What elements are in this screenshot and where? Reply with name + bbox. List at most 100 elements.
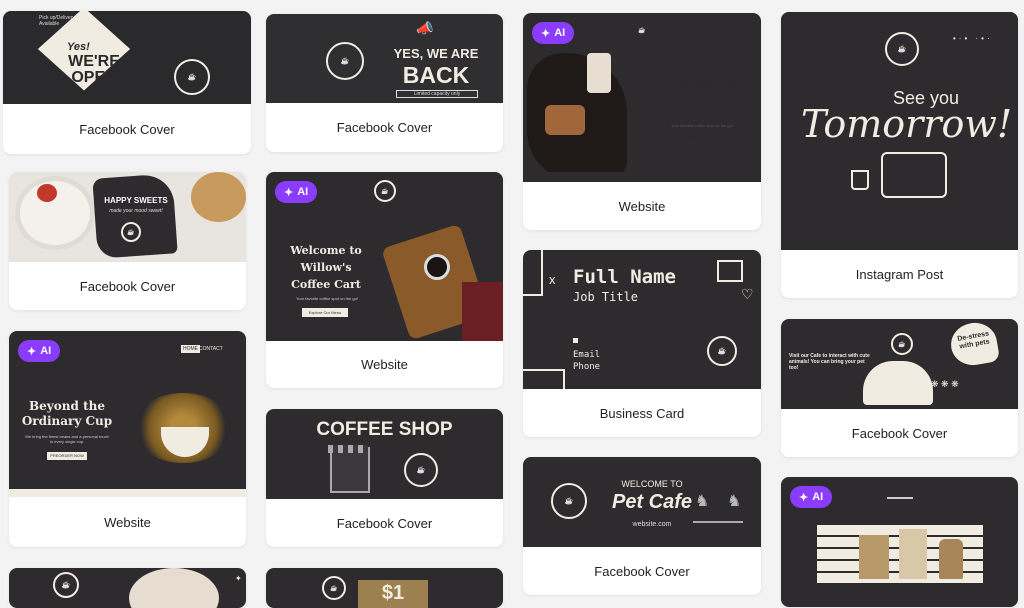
- body-text: Visit our Cafe to interact with cute ani…: [789, 353, 870, 371]
- coffee-equipment-illustration: [859, 535, 889, 579]
- template-card-business-card[interactable]: x Full Name Job Title ♡ Email Phone ☕ Bu…: [523, 250, 761, 437]
- brand-logo: ☕: [322, 576, 346, 600]
- template-card-partial-2[interactable]: ☕ $1: [266, 568, 503, 608]
- headline-line1: YES, WE ARE: [393, 46, 479, 61]
- brand-logo: ☕: [121, 222, 141, 242]
- brand-logo: ☕: [885, 32, 919, 66]
- ai-badge-label: AI: [554, 27, 566, 39]
- template-card-website-welcome[interactable]: ✦ AI ☕ Welcome to Willow's Coffee Cart Yo…: [266, 172, 503, 388]
- frame-line-right: [563, 369, 565, 389]
- happy-sweets-title: HAPPY SWEETS: [104, 196, 168, 205]
- dog-icon: ♞: [695, 493, 710, 510]
- ai-badge-label: AI: [812, 491, 824, 503]
- coffee-cup-icon: [851, 170, 869, 190]
- strawberry-icon: [37, 184, 57, 202]
- cat-icon: ♞: [727, 493, 742, 510]
- headline: Pet Cafe: [611, 491, 693, 513]
- template-card-website-welcome-light[interactable]: ✦ AI ☕ Welcome to Willow's Coffee Cart Yo…: [523, 13, 761, 230]
- template-card-instagram-post[interactable]: ☕ •·• ·•· See you Tomorrow! Instagram Po…: [781, 12, 1018, 298]
- template-thumbnail: COFFEE SHOP ☕: [266, 409, 503, 499]
- x-mark: x: [549, 272, 556, 287]
- brand-logo: ☕: [631, 19, 653, 41]
- nav-home: HOME: [181, 345, 200, 353]
- template-label: Website: [361, 357, 408, 372]
- megaphone-icon: 📣: [416, 20, 434, 36]
- headline: WE'RE OPEN: [68, 53, 120, 86]
- phone-label: Phone: [573, 362, 601, 372]
- sparkle-icon: ✦: [541, 27, 551, 40]
- sparkle-icon: ✦: [799, 491, 809, 504]
- ai-badge-label: AI: [297, 186, 309, 198]
- site-text: website.com: [632, 521, 672, 528]
- brand-logo: ☕: [374, 180, 396, 202]
- brand-logo: ☕: [707, 336, 737, 366]
- headline: COFFEE SHOP: [316, 419, 453, 440]
- template-thumbnail: HAPPY SWEETS made your mood sweet! ☕: [9, 172, 246, 262]
- body-text: Your favorite coffee spot on the go!: [296, 296, 358, 301]
- template-thumbnail: ✦ AI HOME CONTACT Beyond the Ordinary Cup…: [9, 331, 246, 497]
- nav-contact: CONTACT: [199, 346, 223, 352]
- template-label: Facebook Cover: [79, 121, 175, 137]
- template-card-fb-pet-cafe[interactable]: ☕ WELCOME TO Pet Cafe website.com ♞ ♞ Fa…: [523, 457, 761, 595]
- body-text: Your favorite coffee spot on the go!: [671, 123, 733, 128]
- template-label: Website: [618, 198, 666, 214]
- ai-badge: ✦ AI: [790, 486, 833, 508]
- headline: Beyond the Ordinary Cup: [21, 399, 113, 428]
- pastry-image: [545, 105, 585, 135]
- template-label: Facebook Cover: [336, 120, 433, 135]
- template-thumbnail: ☕ $1: [266, 568, 503, 608]
- template-thumbnail: ☕ ✦: [9, 568, 246, 608]
- brand-logo: ☕: [551, 483, 587, 519]
- brand-logo: ☕: [891, 333, 913, 355]
- preorder-button: PREORDER NOW: [47, 452, 87, 460]
- brand-logo: ☕: [326, 42, 364, 80]
- bullet-square: [573, 338, 578, 343]
- price-text: $1: [381, 582, 405, 604]
- shop-illustration: [330, 447, 370, 493]
- email-label: Email: [573, 350, 601, 360]
- template-label: Instagram Post: [855, 266, 944, 282]
- headline: Welcome to Willow's Coffee Cart: [655, 76, 749, 116]
- template-card-website-beyond[interactable]: ✦ AI HOME CONTACT Beyond the Ordinary Cup…: [9, 331, 246, 547]
- template-thumbnail: ☕ WELCOME TO Pet Cafe website.com ♞ ♞: [523, 457, 761, 547]
- template-thumbnail: ☕ Visit our Cafe to interact with cute a…: [781, 319, 1018, 409]
- body-text: We bring the finest beans and a personal…: [25, 434, 109, 444]
- template-card-fb-we-are-back[interactable]: ☕ 📣 YES, WE ARE BACK Limited capacity on…: [266, 14, 503, 152]
- dark-footer: [523, 172, 761, 182]
- kettle-illustration: [939, 539, 963, 579]
- template-card-fb-pets[interactable]: ☕ Visit our Cafe to interact with cute a…: [781, 319, 1018, 457]
- ai-badge: ✦ AI: [532, 22, 575, 44]
- cat-dog-illustration: [863, 361, 933, 405]
- template-label: Facebook Cover: [336, 515, 433, 531]
- template-thumbnail: ✦ AI: [781, 477, 1018, 607]
- template-thumbnail: ☕ 📣 YES, WE ARE BACK Limited capacity on…: [266, 14, 503, 103]
- explore-button: Explore our menu: [681, 131, 725, 142]
- ai-badge: ✦ AI: [18, 340, 61, 362]
- subtitle: made your mood sweet!: [109, 208, 163, 214]
- template-thumbnail: ☕ •·• ·•· See you Tomorrow!: [781, 12, 1018, 250]
- dots-decoration: •·• ·•·: [953, 34, 993, 43]
- template-thumbnail: x Full Name Job Title ♡ Email Phone ☕: [523, 250, 761, 389]
- explore-button: Explore Our Menu: [302, 308, 348, 317]
- template-card-fb-happy-sweets[interactable]: HAPPY SWEETS made your mood sweet! ☕ Fac…: [9, 172, 246, 310]
- template-label: Business Card: [599, 405, 685, 421]
- bag-illustration: [899, 529, 927, 579]
- template-card-fb-were-open[interactable]: Pick up/Delivery Available Yes! WE'RE OP…: [3, 11, 251, 154]
- template-card-fb-coffee-shop[interactable]: COFFEE SHOP ☕ Facebook Cover: [266, 409, 503, 547]
- brand-logo: ☕: [404, 453, 438, 487]
- nav-dots: [887, 497, 913, 499]
- laptop-icon: [881, 152, 947, 198]
- ai-badge: ✦ AI: [275, 181, 318, 203]
- template-label: Facebook Cover: [851, 425, 948, 441]
- subtitle: Limited capacity only: [396, 90, 478, 98]
- template-card-partial-1[interactable]: ☕ ✦: [9, 568, 246, 608]
- ai-badge-label: AI: [40, 345, 52, 357]
- template-card-website-partial[interactable]: ✦ AI: [781, 477, 1018, 607]
- pastry-image: [129, 568, 219, 608]
- tomorrow-text: Tomorrow!: [801, 102, 1013, 146]
- sparkle-icon: ✦: [27, 345, 37, 358]
- frame-line-left: [523, 294, 543, 296]
- footer-strip: [9, 489, 246, 497]
- sparkle-icon: ✦: [284, 186, 294, 199]
- welcome-text: WELCOME TO: [621, 479, 683, 489]
